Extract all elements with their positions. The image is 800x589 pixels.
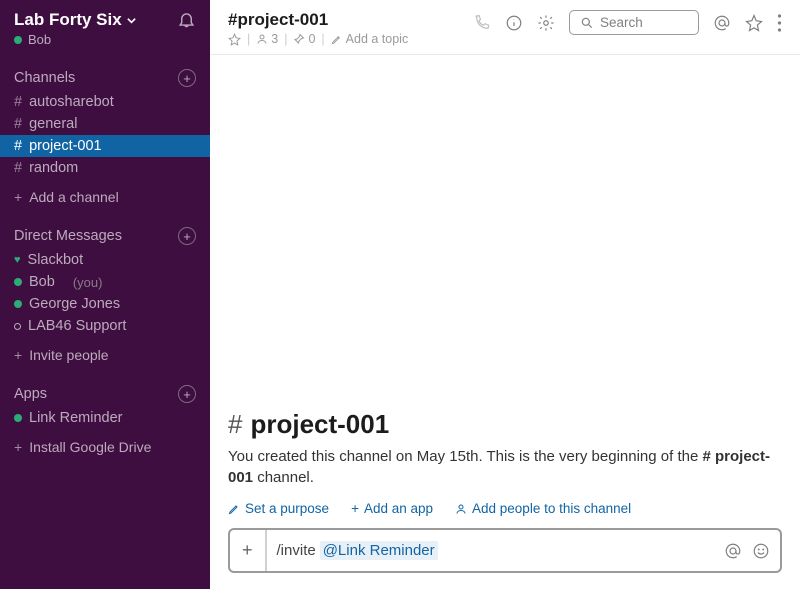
channels-section-header: Channels + xyxy=(0,55,210,91)
current-user[interactable]: Bob xyxy=(14,32,137,47)
plus-icon: + xyxy=(351,501,359,516)
channel-header: #project-001 | 3 | 0 | Add a topic Searc… xyxy=(210,0,800,55)
hash-icon: # xyxy=(14,116,22,132)
add-app-icon[interactable]: + xyxy=(178,385,196,403)
channel-autosharebot[interactable]: #autosharebot xyxy=(0,91,210,113)
hash-icon: # xyxy=(14,160,22,176)
emoji-icon[interactable] xyxy=(752,542,770,560)
channel-random[interactable]: #random xyxy=(0,157,210,179)
star-icon[interactable] xyxy=(228,33,241,46)
hash-icon: # xyxy=(228,409,242,440)
main-panel: #project-001 | 3 | 0 | Add a topic Searc… xyxy=(210,0,800,589)
bell-icon[interactable] xyxy=(177,10,196,29)
presence-active-icon xyxy=(14,414,22,422)
search-placeholder: Search xyxy=(600,15,643,30)
welcome-title: #project-001 xyxy=(228,409,782,440)
phone-icon[interactable] xyxy=(473,14,491,32)
workspace-header[interactable]: Lab Forty Six Bob xyxy=(0,0,210,55)
dm-bob[interactable]: Bob (you) xyxy=(0,271,210,293)
composer-input[interactable]: /invite @Link Reminder xyxy=(277,531,714,570)
gear-icon[interactable] xyxy=(537,14,555,32)
channel-title[interactable]: #project-001 xyxy=(228,10,408,30)
mentions-icon[interactable] xyxy=(713,14,731,32)
dm-list: ♥Slackbot Bob (you) George Jones LAB46 S… xyxy=(0,249,210,337)
presence-away-icon xyxy=(14,323,21,330)
message-composer[interactable]: + /invite @Link Reminder xyxy=(228,528,782,573)
add-app-link[interactable]: +Add an app xyxy=(351,501,433,516)
dm-slackbot[interactable]: ♥Slackbot xyxy=(0,249,210,271)
presence-active-icon xyxy=(14,278,22,286)
apps-label: Apps xyxy=(14,386,47,402)
heart-icon: ♥ xyxy=(14,254,21,266)
star-outline-icon[interactable] xyxy=(745,14,763,32)
search-icon xyxy=(580,16,594,30)
channel-meta: | 3 | 0 | Add a topic xyxy=(228,32,408,46)
channels-label: Channels xyxy=(14,70,75,86)
set-purpose-link[interactable]: Set a purpose xyxy=(228,501,329,516)
members-button[interactable]: 3 xyxy=(256,32,278,46)
app-list: Link Reminder xyxy=(0,407,210,429)
message-pane: #project-001 You created this channel on… xyxy=(210,55,800,528)
dm-label: Direct Messages xyxy=(14,228,122,244)
search-input[interactable]: Search xyxy=(569,10,699,35)
plus-icon: + xyxy=(14,439,22,455)
dm-george-jones[interactable]: George Jones xyxy=(0,293,210,315)
presence-active-icon xyxy=(14,36,22,44)
add-people-link[interactable]: Add people to this channel xyxy=(455,501,631,516)
dm-lab46-support[interactable]: LAB46 Support xyxy=(0,315,210,337)
plus-icon: + xyxy=(14,189,22,205)
app-link-reminder[interactable]: Link Reminder xyxy=(0,407,210,429)
hash-icon: # xyxy=(14,138,22,154)
plus-icon: + xyxy=(14,347,22,363)
hash-icon: # xyxy=(14,94,22,110)
add-channel-link[interactable]: +Add a channel xyxy=(0,179,210,213)
channel-general[interactable]: #general xyxy=(0,113,210,135)
composer-attach-button[interactable]: + xyxy=(230,530,267,571)
pins-button[interactable]: 0 xyxy=(293,32,315,46)
channel-welcome: #project-001 You created this channel on… xyxy=(228,409,782,529)
channel-list: #autosharebot #general #project-001 #ran… xyxy=(0,91,210,179)
info-icon[interactable] xyxy=(505,14,523,32)
more-icon[interactable] xyxy=(777,14,782,32)
add-channel-icon[interactable]: + xyxy=(178,69,196,87)
apps-section-header: Apps + xyxy=(0,371,210,407)
mention-chip: @Link Reminder xyxy=(320,541,438,560)
dm-section-header: Direct Messages + xyxy=(0,213,210,249)
channel-project-001[interactable]: #project-001 xyxy=(0,135,210,157)
workspace-name[interactable]: Lab Forty Six xyxy=(14,10,137,30)
install-google-drive-link[interactable]: +Install Google Drive xyxy=(0,429,210,463)
welcome-text: You created this channel on May 15th. Th… xyxy=(228,446,782,490)
add-dm-icon[interactable]: + xyxy=(178,227,196,245)
presence-active-icon xyxy=(14,300,22,308)
sidebar: Lab Forty Six Bob Channels + #autoshareb… xyxy=(0,0,210,589)
chevron-down-icon xyxy=(126,15,137,26)
add-topic-button[interactable]: Add a topic xyxy=(331,32,409,46)
mention-icon[interactable] xyxy=(724,542,742,560)
invite-people-link[interactable]: +Invite people xyxy=(0,337,210,371)
